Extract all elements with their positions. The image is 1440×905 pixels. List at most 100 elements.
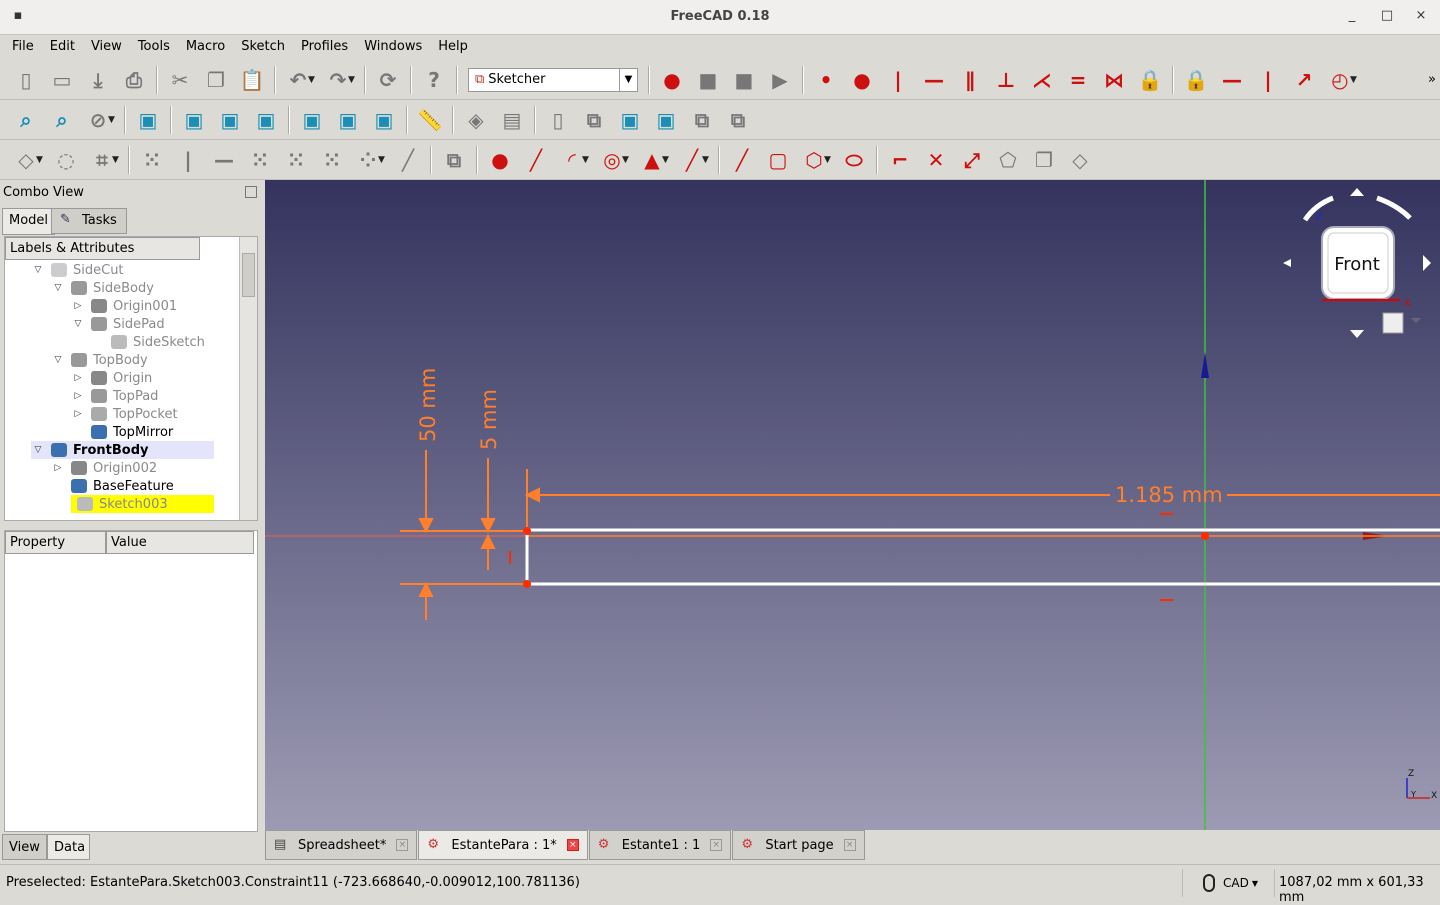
doc-tab-1[interactable]: ⚙ EstantePara : 1* × bbox=[418, 830, 588, 860]
menu-tools[interactable]: Tools bbox=[130, 36, 178, 58]
circle-dropdown[interactable]: ▼ bbox=[622, 155, 634, 165]
close-button[interactable]: × bbox=[1411, 8, 1431, 23]
right-view-button[interactable]: ▣ bbox=[248, 105, 284, 135]
doc-tab-2[interactable]: ⚙ Estante1 : 1 × bbox=[588, 830, 732, 860]
extend-button[interactable]: ⤢ bbox=[954, 145, 990, 175]
constrain-distance-button[interactable]: ↗ bbox=[1286, 65, 1322, 95]
view-sketch-button[interactable]: ▣ bbox=[612, 105, 648, 135]
menu-edit[interactable]: Edit bbox=[42, 36, 83, 58]
expand-open-icon[interactable]: ▽ bbox=[71, 319, 85, 329]
copy-button[interactable]: ❐ bbox=[198, 65, 234, 95]
origin-point[interactable] bbox=[1201, 532, 1209, 540]
macro-stop-button[interactable]: ■ bbox=[690, 65, 726, 95]
front-view-button[interactable]: ▣ bbox=[176, 105, 212, 135]
redo-dropdown[interactable]: ▼ bbox=[348, 75, 360, 85]
print-button[interactable]: ⎙ bbox=[116, 65, 152, 95]
new-sketch-button[interactable]: ▯ bbox=[540, 105, 576, 135]
dimension-label-1185mm[interactable]: 1.185 mm bbox=[1115, 483, 1223, 507]
show-hide-dropdown[interactable]: ▼ bbox=[378, 155, 390, 165]
menu-view[interactable]: View bbox=[83, 36, 130, 58]
map-sketch-button[interactable]: ⧉ bbox=[684, 105, 720, 135]
tree-item-origin001[interactable]: ▷ Origin001 bbox=[71, 297, 178, 315]
menu-profiles[interactable]: Profiles bbox=[293, 36, 356, 58]
part-button[interactable]: ◈ bbox=[458, 105, 494, 135]
close-tab-icon[interactable]: × bbox=[710, 839, 723, 851]
tree-item-topbody[interactable]: ▽ TopBody bbox=[51, 351, 148, 369]
navigation-cube[interactable]: X Z Front bbox=[1283, 188, 1431, 338]
tab-tasks[interactable]: ✎ Tasks bbox=[51, 208, 127, 234]
fit-selection-button[interactable]: ⌕ bbox=[44, 105, 80, 135]
expand-closed-icon[interactable]: ▷ bbox=[71, 391, 85, 401]
select-redundant-button[interactable]: ⁙ bbox=[242, 145, 278, 175]
external-geometry-button[interactable]: ⬠ bbox=[990, 145, 1026, 175]
expand-closed-icon[interactable]: ▷ bbox=[71, 409, 85, 419]
select-origin-button[interactable]: ⁙ bbox=[134, 145, 170, 175]
constrain-horizontal-distance-button[interactable]: — bbox=[1214, 65, 1250, 95]
conic-dropdown[interactable]: ▼ bbox=[662, 155, 674, 165]
create-slot-button[interactable]: ⬭ bbox=[836, 145, 872, 175]
cut-button[interactable]: ✂ bbox=[162, 65, 198, 95]
float-panel-button[interactable] bbox=[245, 186, 257, 198]
new-file-button[interactable]: ▯ bbox=[8, 65, 44, 95]
constrain-tangent-button[interactable]: ⋌ bbox=[1024, 65, 1060, 95]
whats-this-button[interactable]: ? bbox=[416, 65, 452, 95]
tree-item-basefeature[interactable]: BaseFeature bbox=[51, 477, 174, 495]
carbon-copy-button[interactable]: ❐ bbox=[1026, 145, 1062, 175]
maximize-button[interactable]: □ bbox=[1377, 8, 1397, 23]
create-rectangle-button[interactable]: ▢ bbox=[760, 145, 796, 175]
constrain-equal-button[interactable]: = bbox=[1060, 65, 1096, 95]
constrain-parallel-button[interactable]: ∥ bbox=[952, 65, 988, 95]
create-polyline-button[interactable]: ╱ bbox=[724, 145, 760, 175]
expand-closed-icon[interactable]: ▷ bbox=[71, 301, 85, 311]
close-tab-icon[interactable]: × bbox=[843, 839, 856, 851]
expand-open-icon[interactable]: ▽ bbox=[31, 265, 45, 275]
tree-item-topmirror[interactable]: TopMirror bbox=[71, 423, 173, 441]
tree-item-origin002[interactable]: ▷ Origin002 bbox=[51, 459, 158, 477]
expand-open-icon[interactable]: ▽ bbox=[51, 355, 65, 365]
rear-view-button[interactable]: ▣ bbox=[294, 105, 330, 135]
trim-button[interactable]: ✕ bbox=[918, 145, 954, 175]
paste-button[interactable]: 📋 bbox=[234, 65, 270, 95]
vertex-point[interactable] bbox=[523, 580, 531, 588]
dimension-label-50mm[interactable]: 50 mm bbox=[416, 368, 440, 442]
menu-windows[interactable]: Windows bbox=[356, 36, 430, 58]
expand-closed-icon[interactable]: ▷ bbox=[71, 373, 85, 383]
tree-item-toppad[interactable]: ▷ TopPad bbox=[71, 387, 159, 405]
expand-open-icon[interactable]: ▽ bbox=[31, 445, 45, 455]
tree-item-frontbody[interactable]: ▽ FrontBody bbox=[31, 441, 214, 459]
dimension-label-5mm[interactable]: 5 mm bbox=[477, 389, 501, 450]
constrain-coincident-button[interactable]: • bbox=[808, 65, 844, 95]
close-shape-button[interactable]: ◌ bbox=[48, 145, 84, 175]
toolbar-overflow-button[interactable]: » bbox=[1428, 72, 1436, 87]
tree-header[interactable]: Labels & Attributes bbox=[5, 237, 200, 260]
top-view-button[interactable]: ▣ bbox=[212, 105, 248, 135]
tree-item-sidepad[interactable]: ▽ SidePad bbox=[71, 315, 165, 333]
isometric-view-button[interactable]: ▣ bbox=[130, 105, 166, 135]
open-file-button[interactable]: ▭ bbox=[44, 65, 80, 95]
constrain-symmetric-button[interactable]: ⋈ bbox=[1096, 65, 1132, 95]
menu-file[interactable]: File bbox=[4, 36, 42, 58]
tab-view[interactable]: View bbox=[2, 834, 47, 860]
constrain-vertical-button[interactable]: | bbox=[880, 65, 916, 95]
select-horizontal-axis-button[interactable]: — bbox=[206, 145, 242, 175]
tree-item-sketch003[interactable]: Sketch003 bbox=[71, 495, 214, 513]
navcube-face-label[interactable]: Front bbox=[1334, 254, 1380, 275]
close-tab-icon[interactable]: × bbox=[396, 839, 409, 851]
left-view-button[interactable]: ▣ bbox=[366, 105, 402, 135]
fit-all-button[interactable]: ⌕ bbox=[8, 105, 44, 135]
3d-viewport[interactable]: 50 mm 5 mm 1.185 mm X Z Front Z X Y bbox=[265, 180, 1440, 830]
doc-tab-0[interactable]: ▤ Spreadsheet* × bbox=[265, 830, 418, 860]
constrain-perpendicular-button[interactable]: ⊥ bbox=[988, 65, 1024, 95]
tree-item-sidebody[interactable]: ▽ SideBody bbox=[51, 279, 154, 297]
macro-record-button[interactable]: ● bbox=[654, 65, 690, 95]
close-tab-icon[interactable]: × bbox=[566, 839, 579, 851]
macro-edit-button[interactable]: ■ bbox=[726, 65, 762, 95]
undo-dropdown[interactable]: ▼ bbox=[308, 75, 320, 85]
geometry-mode-dropdown[interactable]: ▼ bbox=[36, 155, 48, 165]
tab-data[interactable]: Data bbox=[47, 834, 90, 860]
constrain-vertical-distance-button[interactable]: | bbox=[1250, 65, 1286, 95]
polygon-dropdown[interactable]: ▼ bbox=[824, 155, 836, 165]
scrollbar-thumb[interactable] bbox=[242, 253, 255, 297]
leave-sketch-button[interactable]: ⧉ bbox=[576, 105, 612, 135]
constrain-dropdown[interactable]: ▼ bbox=[1350, 75, 1362, 85]
